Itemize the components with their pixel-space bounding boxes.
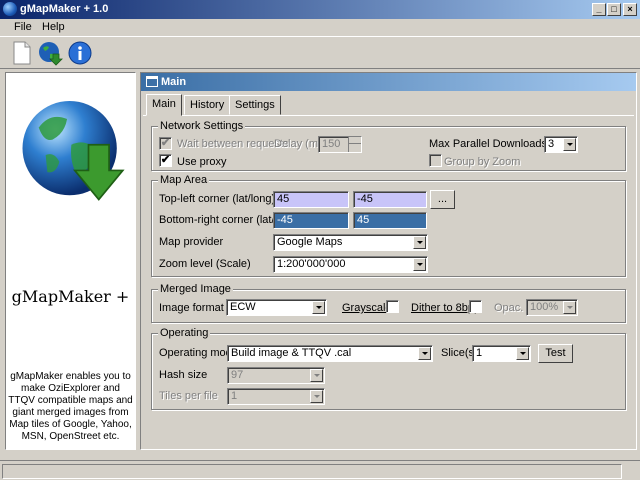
menu-help[interactable]: Help [42,21,65,33]
globe-download-icon[interactable] [37,40,63,66]
chevron-down-icon[interactable] [310,369,323,382]
map-provider-value: Google Maps [277,236,343,248]
window-icon [146,76,158,87]
zoom-level-select[interactable]: 1:200'000'000 [273,256,428,273]
image-format-label: Image format [159,302,224,314]
tiles-per-file-select[interactable]: 1 [227,388,325,405]
operating-mode-value: Build image & TTQV .cal [231,347,352,359]
toolbar [0,36,640,69]
use-proxy-checkbox[interactable]: ✔ [159,154,172,167]
opacity-value: 100% [530,301,559,313]
chevron-down-icon[interactable] [418,347,431,360]
panel-title: Main [161,76,187,88]
group-by-zoom-label: Group by Zoom [444,156,521,168]
map-area-group: Map Area Top-left corner (lat/long) 45 -… [151,174,626,277]
map-provider-select[interactable]: Google Maps [273,234,428,251]
max-parallel-label: Max Parallel Downloads [429,138,547,150]
hash-size-value: 97 [231,369,244,381]
tab-main[interactable]: Main [146,94,182,116]
opac-label: Opac. [494,302,524,314]
logo-text: gMapMaker + [11,287,130,306]
app-icon [3,2,17,16]
top-left-lat-field[interactable]: 45 [273,191,349,208]
tiles-per-file-label: Tiles per file [159,390,218,402]
wait-label: Wait between requests [177,138,289,150]
slices-select[interactable]: 1 [472,345,531,362]
hash-size-label: Hash size [159,369,208,381]
grayscale-label: Grayscale [342,302,392,314]
app-description: gMapMaker enables you to make OziExplore… [8,371,133,442]
top-left-long-field[interactable]: -45 [353,191,427,208]
maximize-button[interactable]: □ [607,3,621,16]
chevron-down-icon[interactable] [563,301,576,314]
operating-group: Operating Operating mode Build image & T… [151,327,626,410]
close-button[interactable]: × [623,3,637,16]
zoom-label: Zoom level (Scale) [159,258,251,270]
dither-checkbox[interactable] [469,300,482,313]
wait-checkbox[interactable]: ✔ [159,137,172,150]
main-panel: Main Main History Settings Network Setti… [140,72,637,450]
new-document-icon[interactable] [9,40,35,66]
chevron-down-icon[interactable] [413,236,426,249]
group-title-merged-image: Merged Image [158,283,233,295]
chevron-down-icon[interactable] [413,258,426,271]
bottom-right-long-field[interactable]: 45 [353,212,427,229]
group-by-zoom-checkbox[interactable] [429,154,442,167]
max-parallel-select[interactable]: 3 [544,136,578,153]
tab-settings[interactable]: Settings [229,95,281,115]
provider-label: Map provider [159,236,224,248]
image-format-select[interactable]: ECW [226,299,327,316]
chevron-down-icon[interactable] [310,390,323,403]
title-bar[interactable]: gMapMaker + 1.0 _ □ × [0,0,640,19]
opacity-select[interactable]: 100% [526,299,578,316]
group-title-operating: Operating [158,327,211,339]
status-pane [2,464,622,479]
use-proxy-label: Use proxy [177,156,227,168]
operating-mode-select[interactable]: Build image & TTQV .cal [227,345,433,362]
group-title-map-area: Map Area [158,174,210,186]
gmapmaker-logo-icon [22,101,125,201]
delay-spinner[interactable] [348,137,361,152]
max-parallel-value: 3 [548,138,555,150]
tab-divider [143,115,634,116]
hash-size-select[interactable]: 97 [227,367,325,384]
tab-history[interactable]: History [184,95,231,115]
network-settings-group: Network Settings ✔ Wait between requests… [151,120,626,171]
chevron-down-icon[interactable] [312,301,325,314]
chevron-down-icon[interactable] [516,347,529,360]
left-info-panel: gMapMaker + gMapMaker enables you to mak… [5,72,136,450]
zoom-level-value: 1:200'000'000 [277,258,346,270]
top-left-label: Top-left corner (lat/long) [159,193,276,205]
browse-button[interactable]: ... [430,190,455,209]
test-button[interactable]: Test [538,344,573,363]
group-title-network: Network Settings [158,120,246,132]
merged-image-group: Merged Image Image format ECW Grayscale … [151,283,626,323]
chevron-down-icon[interactable] [563,138,576,151]
menu-bar: File Help [0,19,640,36]
grayscale-checkbox[interactable] [386,300,399,313]
info-icon[interactable] [67,40,93,66]
window-title: gMapMaker + 1.0 [20,3,109,15]
tiles-per-file-value: 1 [231,390,238,402]
panel-header: Main [141,73,636,91]
slices-value: 1 [476,347,483,359]
bottom-right-lat-field[interactable]: -45 [273,212,349,229]
status-bar [0,460,640,480]
image-format-value: ECW [230,301,256,313]
menu-file[interactable]: File [14,21,32,33]
minimize-button[interactable]: _ [592,3,606,16]
